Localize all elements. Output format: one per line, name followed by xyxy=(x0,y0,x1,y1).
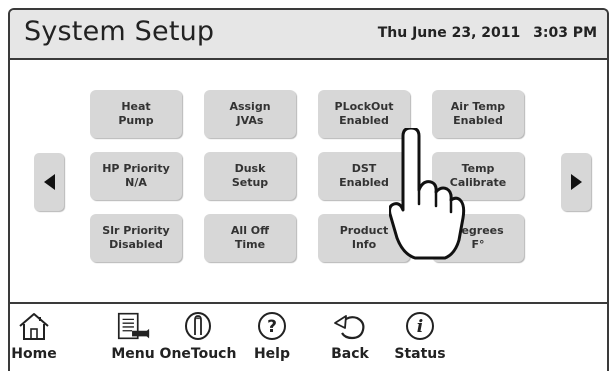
onetouch-label: OneTouch xyxy=(159,346,237,362)
toolbar-divider xyxy=(10,302,607,304)
assign-jvas-button[interactable]: Assign JVAs xyxy=(204,90,296,138)
button-line-1: DST xyxy=(351,162,377,175)
next-page-button[interactable] xyxy=(561,153,591,211)
house-icon xyxy=(16,311,52,341)
button-line-1: HP Priority xyxy=(102,162,170,175)
pointing-hand-icon xyxy=(389,128,466,260)
button-line-1: Heat xyxy=(121,100,151,113)
button-line-2: Disabled xyxy=(109,238,163,251)
button-line-1: Product xyxy=(339,224,389,237)
left-triangle-icon xyxy=(43,174,55,190)
date-text: Thu June 23, 2011 xyxy=(377,25,521,41)
heat-pump-button[interactable]: Heat Pump xyxy=(90,90,182,138)
button-line-1: All Off xyxy=(230,224,270,237)
button-line-2: JVAs xyxy=(236,114,264,127)
menu-label: Menu xyxy=(111,346,155,362)
dusk-setup-button[interactable]: Dusk Setup xyxy=(204,152,296,200)
button-line-2: Setup xyxy=(231,176,269,189)
button-line-2: Info xyxy=(351,238,377,251)
onetouch-button[interactable]: OneTouch xyxy=(159,306,237,371)
button-line-1: PLockOut xyxy=(334,100,394,113)
back-label: Back xyxy=(331,346,369,362)
button-line-2: Pump xyxy=(118,114,154,127)
button-line-1: Slr Priority xyxy=(102,224,170,237)
button-line-2: Enabled xyxy=(339,114,389,127)
menu-document-icon xyxy=(115,311,151,341)
bottom-toolbar: Home Menu OneTouch ? Help Back i Status xyxy=(10,306,607,371)
all-off-time-button[interactable]: All Off Time xyxy=(204,214,296,262)
home-label: Home xyxy=(11,346,57,362)
question-icon: ? xyxy=(254,311,290,341)
button-line-2: Enabled xyxy=(339,176,389,189)
header-bar: System Setup Thu June 23, 2011 3:03 PM xyxy=(10,10,607,60)
prev-page-button[interactable] xyxy=(34,153,64,211)
page-title: System Setup xyxy=(24,16,215,47)
back-button[interactable]: Back xyxy=(328,306,372,371)
status-button[interactable]: i Status xyxy=(392,306,448,371)
button-line-2: N/A xyxy=(125,176,147,189)
button-line-2: Time xyxy=(234,238,266,251)
screen-frame: System Setup Thu June 23, 2011 3:03 PM H… xyxy=(8,8,609,371)
info-icon: i xyxy=(402,311,438,341)
slr-priority-button[interactable]: Slr Priority Disabled xyxy=(90,214,182,262)
button-line-1: Dusk xyxy=(234,162,266,175)
button-line-1: Air Temp xyxy=(450,100,506,113)
button-line-2: Enabled xyxy=(453,114,503,127)
button-line-1: Assign xyxy=(229,100,271,113)
hp-priority-button[interactable]: HP Priority N/A xyxy=(90,152,182,200)
time-text: 3:03 PM xyxy=(533,25,597,41)
svg-text:i: i xyxy=(417,317,423,337)
help-label: Help xyxy=(253,346,291,362)
menu-button[interactable]: Menu xyxy=(108,306,158,371)
button-line-2: F° xyxy=(471,238,485,251)
status-label: Status xyxy=(394,346,446,362)
help-button[interactable]: ? Help xyxy=(248,306,296,371)
right-triangle-icon xyxy=(570,174,582,190)
touch-finger-icon xyxy=(180,311,216,341)
back-arrow-icon xyxy=(332,311,368,341)
date-time: Thu June 23, 2011 3:03 PM xyxy=(378,25,597,41)
home-button[interactable]: Home xyxy=(10,306,58,371)
svg-text:?: ? xyxy=(267,317,277,337)
